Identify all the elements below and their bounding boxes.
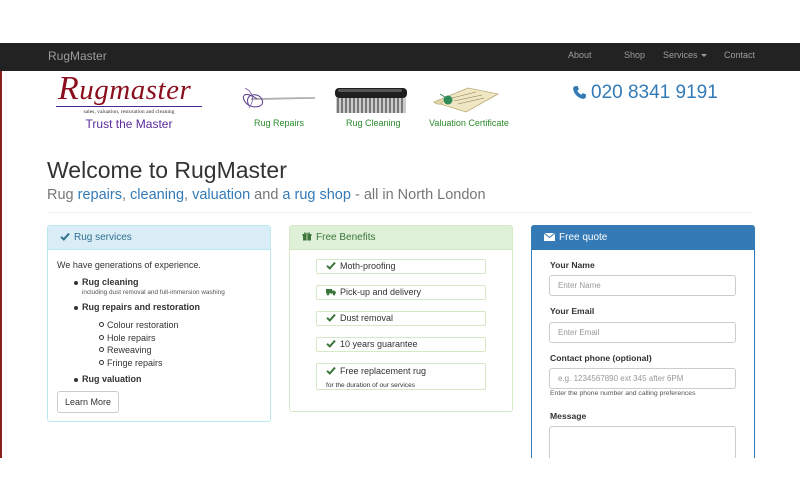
name-label: Your Name [550,260,595,270]
bottom-margin [0,458,800,500]
message-label: Message [550,411,587,421]
link-valuation[interactable]: valuation [192,187,250,203]
navbar: RugMaster About Shop Services Contact [0,43,800,71]
circle-bullet [99,360,104,365]
bullet-dot [74,306,78,310]
link-repairs[interactable]: repairs [78,187,122,203]
benefit-note: for the duration of our services [326,382,416,389]
phone-help-text: Enter the phone number and calling prefe… [550,390,696,397]
logo-tagline: sales, valuation, restoration and cleani… [83,109,175,115]
phone-field[interactable] [549,368,736,389]
envelope-icon [543,232,556,241]
circle-bullet [99,335,104,340]
hero-divider [47,212,753,213]
logo-wordmark: Rugmaster [58,70,192,107]
navbar-brand[interactable]: RugMaster [48,49,107,63]
benefit-item: Dust removal [316,311,486,326]
nav-services-label: Services [663,50,698,60]
services-intro: We have generations of experience. [57,260,201,270]
check-icon [326,366,336,375]
benefit-label: Moth-proofing [340,261,396,271]
link-rug-shop[interactable]: a rug shop [282,187,351,203]
service-cleaning-note: including dust removal and full-immersio… [82,289,225,296]
rug-services-heading: Rug services [48,226,270,250]
nav-shop[interactable]: Shop [624,50,645,60]
bullet-dot [74,281,78,285]
service-label-repairs[interactable]: Rug Repairs [254,118,304,128]
service-label-cleaning[interactable]: Rug Cleaning [346,118,401,128]
service-cleaning: Rug cleaning [82,277,139,287]
nav-services[interactable]: Services [663,50,707,60]
gift-icon [302,232,312,241]
repair-item: Reweaving [107,345,152,355]
nav-about[interactable]: About [568,50,592,60]
circle-bullet [99,322,104,327]
email-field[interactable] [549,322,736,343]
needle-thread-icon[interactable] [237,86,317,112]
check-icon [326,261,336,270]
certificate-scroll-icon[interactable] [428,84,502,114]
bullet-dot [74,378,78,382]
caret-down-icon [700,54,707,58]
logo-slogan: Trust the Master [85,117,173,131]
benefit-label: 10 years guarantee [340,339,418,349]
brush-icon[interactable] [332,84,410,116]
phone-icon [573,85,587,99]
service-valuation: Rug valuation [82,374,142,384]
phone-label: Contact phone (optional) [550,353,652,363]
free-quote-heading: Free quote [532,226,754,250]
free-benefits-heading: Free Benefits [290,226,512,250]
check-icon [326,313,336,322]
window-edge [0,43,2,458]
email-label: Your Email [550,306,595,316]
repair-item: Fringe repairs [107,358,163,368]
service-label-valuation[interactable]: Valuation Certificate [429,118,509,128]
service-repairs: Rug repairs and restoration [82,302,201,312]
truck-icon [326,289,336,296]
site-logo[interactable]: Rugmaster sales, valuation, restoration … [56,70,202,131]
benefit-label: Dust removal [340,313,394,323]
nav-contact[interactable]: Contact [724,50,755,60]
page-title: Welcome to RugMaster [47,157,287,183]
benefit-item: 10 years guarantee [316,337,486,352]
benefit-label: Free replacement rug [340,366,427,376]
logo-rule [56,106,202,107]
phone-number-text: 020 8341 9191 [591,82,718,103]
phone-number[interactable]: 020 8341 9191 [572,82,718,104]
circle-bullet [99,347,104,352]
repair-item: Colour restoration [107,320,179,330]
benefit-item: Pick-up and delivery [316,285,486,300]
learn-more-button[interactable]: Learn More [57,391,119,413]
top-margin [0,0,800,43]
benefit-item: Free replacement rug for the duration of… [316,363,486,390]
check-icon [326,339,336,348]
name-field[interactable] [549,275,736,296]
repair-item: Hole repairs [107,333,156,343]
link-cleaning[interactable]: cleaning [130,187,184,203]
message-field[interactable] [549,426,736,458]
check-icon [60,232,70,241]
page-subtitle: Rug repairs, cleaning, valuation and a r… [47,187,486,203]
benefit-label: Pick-up and delivery [340,287,422,297]
benefit-item: Moth-proofing [316,259,486,274]
